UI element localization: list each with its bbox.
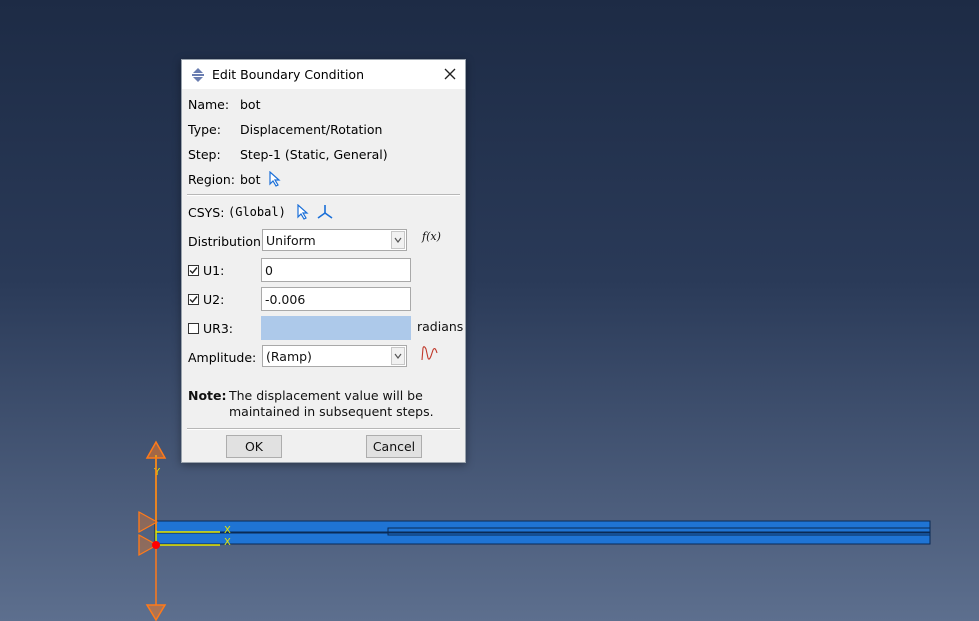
u1-checkbox[interactable]	[188, 264, 199, 276]
checkmark-icon	[189, 266, 198, 274]
csys-value: (Global)	[228, 205, 286, 219]
ur3-input[interactable]	[261, 316, 411, 340]
select-region-arrow-icon[interactable]	[268, 171, 282, 187]
u1-input[interactable]: 0	[261, 258, 411, 282]
csys-label: CSYS:	[188, 204, 225, 220]
note-line1: The displacement value will be	[229, 388, 423, 403]
distribution-value: Uniform	[266, 232, 316, 248]
u2-checkbox[interactable]	[188, 293, 199, 305]
note-line2: maintained in subsequent steps.	[229, 404, 434, 419]
bc-up-arrow-icon	[145, 440, 167, 530]
type-label: Type:	[188, 121, 221, 137]
region-row: Region: bot	[188, 169, 282, 189]
u1-row: U1:	[188, 260, 224, 280]
u2-input[interactable]: -0.006	[261, 287, 411, 311]
ur3-unit: radians	[417, 319, 464, 334]
edit-boundary-condition-dialog: Edit Boundary Condition Name: bot Type: …	[181, 59, 466, 463]
chevron-down-icon	[394, 237, 402, 243]
u1-value: 0	[265, 262, 273, 278]
select-csys-arrow-icon[interactable]	[296, 204, 310, 220]
amplitude-row: Amplitude:	[188, 347, 256, 367]
amplitude-dropdown-button[interactable]	[391, 347, 405, 365]
amplitude-value: (Ramp)	[266, 348, 312, 364]
note-text: Note: The displacement value will be mai…	[188, 388, 458, 420]
boundary-condition-icon	[192, 67, 204, 82]
distribution-select[interactable]: Uniform	[262, 229, 407, 251]
close-icon	[444, 68, 456, 80]
name-label: Name:	[188, 96, 230, 112]
close-button[interactable]	[441, 65, 459, 83]
dialog-titlebar[interactable]: Edit Boundary Condition	[182, 60, 465, 89]
ur3-label: UR3:	[203, 320, 233, 336]
u2-row: U2:	[188, 289, 224, 309]
u2-value: -0.006	[265, 291, 306, 307]
separator	[187, 194, 460, 196]
axis-y-label: Y	[153, 467, 161, 478]
csys-row: CSYS: (Global)	[188, 202, 334, 222]
name-value: bot	[240, 96, 261, 112]
ur3-row: UR3:	[188, 318, 233, 338]
step-value: Step-1 (Static, General)	[240, 146, 388, 162]
viewport-canvas: Y X X	[138, 440, 931, 621]
distribution-dropdown-button[interactable]	[391, 231, 405, 249]
axis-x-label-2: X	[224, 537, 231, 548]
distribution-row: Distribution:	[188, 231, 265, 251]
chevron-down-icon	[394, 353, 402, 359]
axis-x-label-1: X	[224, 525, 231, 536]
step-row: Step: Step-1 (Static, General)	[188, 144, 388, 164]
note-label: Note:	[188, 388, 227, 403]
region-label: Region:	[188, 171, 236, 187]
step-label: Step:	[188, 146, 221, 162]
checkmark-icon	[189, 295, 198, 303]
selected-node-icon[interactable]	[152, 541, 160, 549]
amplitude-select[interactable]: (Ramp)	[262, 345, 407, 367]
type-value: Displacement/Rotation	[240, 121, 383, 137]
u1-label: U1:	[203, 262, 225, 278]
bottom-separator	[187, 428, 460, 430]
ok-button[interactable]: OK	[226, 435, 282, 458]
bc-cone-upper-icon	[138, 510, 159, 534]
part-beam-upper[interactable]	[154, 520, 931, 533]
cancel-button[interactable]: Cancel	[366, 435, 422, 458]
dialog-title: Edit Boundary Condition	[212, 67, 365, 82]
amplitude-label: Amplitude:	[188, 349, 257, 365]
distribution-label: Distribution:	[188, 233, 266, 249]
type-row: Type: Displacement/Rotation	[188, 119, 382, 139]
region-value: bot	[240, 171, 261, 187]
create-amplitude-icon[interactable]	[420, 344, 440, 362]
ur3-checkbox[interactable]	[188, 322, 199, 334]
create-csys-icon[interactable]	[316, 204, 334, 220]
bc-down-arrow-icon	[145, 546, 167, 621]
name-row: Name: bot	[188, 94, 260, 114]
fx-button[interactable]: f(x)	[422, 230, 441, 243]
model-viewport[interactable]: Y X X	[0, 0, 979, 621]
u2-label: U2:	[203, 291, 225, 307]
